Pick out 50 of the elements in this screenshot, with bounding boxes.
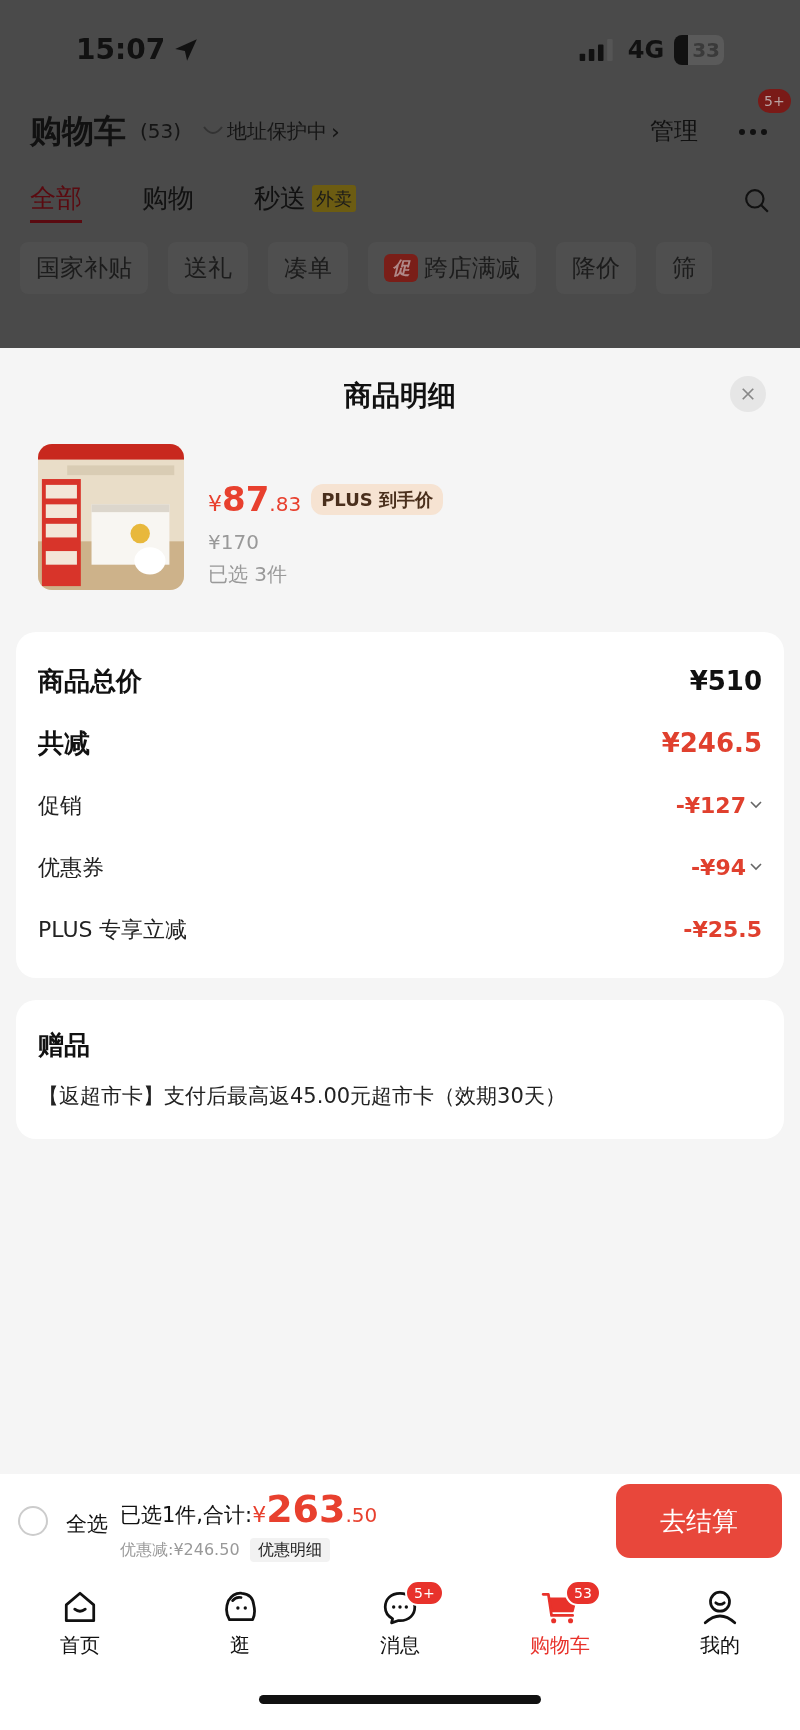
nav-tab[interactable]: 5+ 消息 — [320, 1576, 480, 1660]
category-tab[interactable]: 全部 — [30, 179, 82, 223]
close-icon — [741, 387, 755, 401]
total-price: ¥263.50 — [252, 1485, 378, 1533]
sheet-title: 商品明细 — [344, 378, 456, 414]
nav-tab[interactable]: 53 购物车 — [480, 1576, 640, 1660]
select-all-checkbox[interactable] — [18, 1506, 48, 1536]
summary-value: ¥510 — [689, 664, 762, 698]
summary-label: PLUS 专享立减 — [38, 915, 188, 944]
nav-badge: 53 — [565, 1580, 601, 1606]
gift-title: 赠品 — [38, 1029, 91, 1062]
selected-quantity: 已选 3件 — [208, 561, 289, 588]
select-all-label: 全选 — [66, 1511, 108, 1539]
more-button[interactable] — [736, 128, 770, 136]
network-label: 4G — [627, 35, 665, 66]
summary-value: -¥127 — [675, 791, 746, 820]
summary-label: 商品总价 — [38, 664, 142, 698]
summary-label: 优惠券 — [38, 853, 104, 882]
nav-tab[interactable]: 首页 — [0, 1576, 160, 1660]
tab-tag: 外卖 — [312, 185, 356, 212]
summary-label: 促销 — [38, 791, 82, 820]
original-price: ¥170 — [208, 529, 260, 556]
summary-value: -¥94 — [690, 853, 746, 882]
manage-button[interactable]: 管理 — [650, 113, 698, 149]
discount-amount: 优惠减:¥246.50 — [120, 1538, 240, 1561]
summary-value: -¥25.5 — [683, 915, 762, 944]
nav-tab[interactable]: 我的 — [640, 1576, 800, 1660]
product-price: ¥87.83 — [208, 478, 302, 521]
gift-description: 【返超市卡】支付后最高返45.00元超市卡（效期30天） — [38, 1083, 567, 1110]
chevron-right[interactable]: › — [331, 114, 340, 148]
plus-price-badge: PLUS 到手价 — [311, 484, 443, 515]
page-title: 购物车 — [30, 111, 126, 152]
summary-value: ¥246.5 — [661, 726, 762, 760]
person-icon — [701, 1588, 739, 1626]
summary-label: 共减 — [38, 726, 90, 760]
category-tab[interactable]: 购物 — [142, 179, 194, 223]
category-tab[interactable]: 秒送 — [254, 179, 306, 223]
chevron-down-icon[interactable] — [750, 801, 762, 809]
location-arrow-icon — [173, 37, 200, 63]
nav-tab[interactable]: 逛 — [160, 1576, 320, 1660]
search-icon[interactable] — [744, 188, 770, 214]
total-summary-label: 已选1件,合计: — [120, 1501, 253, 1529]
discount-detail-button[interactable]: 优惠明细 — [249, 1537, 330, 1562]
status-time: 15:07 — [76, 32, 166, 68]
promo-tag: 促 — [384, 254, 418, 282]
checkout-button[interactable]: 去结算 — [616, 1484, 782, 1558]
chevron-down-icon[interactable] — [750, 863, 762, 871]
nav-badge: 5+ — [405, 1580, 444, 1606]
close-button[interactable] — [730, 376, 766, 412]
notification-badge: 5+ — [758, 89, 791, 113]
